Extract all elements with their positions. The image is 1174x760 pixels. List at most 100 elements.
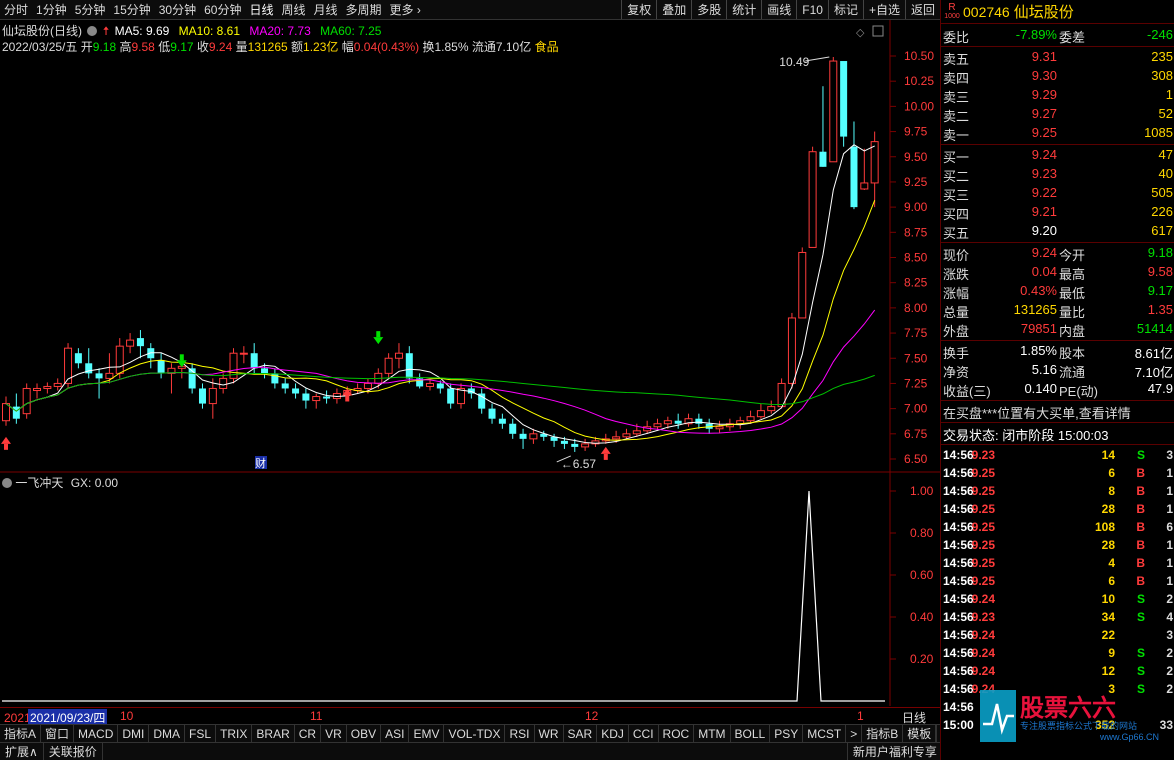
- period-tab-4[interactable]: 30分钟: [155, 1, 200, 18]
- candle-up: [787, 317, 796, 384]
- indicator-tab-6[interactable]: TRIX: [216, 725, 253, 742]
- bid-volume: 617: [1151, 223, 1173, 238]
- period-tab-1[interactable]: 1分钟: [32, 1, 71, 18]
- indicator-tab-23[interactable]: MCST: [803, 725, 847, 742]
- indicator-tab-17[interactable]: KDJ: [597, 725, 629, 742]
- tick-count: 1: [1166, 484, 1173, 498]
- tick-volume: 12: [1101, 664, 1115, 678]
- bid-volume: 505: [1151, 185, 1173, 200]
- indicator-tab-22[interactable]: PSY: [770, 725, 804, 742]
- related-quote-button[interactable]: 关联报价: [44, 742, 103, 760]
- indicator-tab-18[interactable]: CCI: [629, 725, 659, 742]
- fund-label: 股本: [1059, 346, 1086, 361]
- bid-label: 买四: [943, 207, 970, 222]
- tick-time: 14:56: [943, 502, 974, 516]
- candle-down: [447, 388, 455, 404]
- ask-price: 9.29: [1031, 87, 1057, 102]
- candle-down: [405, 353, 413, 379]
- indicator-tab-4[interactable]: DMA: [149, 725, 186, 742]
- expand-button[interactable]: 扩展∧: [0, 742, 44, 760]
- period-tab-3[interactable]: 15分钟: [109, 1, 154, 18]
- tick-row: 14:56 9.25 28 B 1: [941, 500, 1174, 518]
- tool-button-8[interactable]: 返回: [904, 0, 940, 19]
- tick-time: 14:56: [943, 448, 974, 462]
- price-tick: 7.25: [904, 376, 928, 390]
- tick-time: 14:56: [943, 628, 974, 642]
- diamond-icon[interactable]: ◇: [856, 27, 865, 39]
- bid-volume: 40: [1158, 166, 1173, 181]
- indicator-tab-2[interactable]: MACD: [74, 725, 119, 742]
- quote-value: 9.24: [1031, 245, 1057, 260]
- candle-up: [43, 385, 52, 389]
- indicator-tab-21[interactable]: BOLL: [731, 725, 771, 742]
- indicator-tab-16[interactable]: SAR: [564, 725, 598, 742]
- indicator-tab-7[interactable]: BRAR: [252, 725, 295, 742]
- indicator-tab-11[interactable]: ASI: [381, 725, 410, 742]
- tool-button-0[interactable]: 复权: [621, 0, 656, 19]
- indicator-tab-5[interactable]: FSL: [185, 725, 217, 742]
- bid-price: 9.21: [1031, 204, 1057, 219]
- tool-button-2[interactable]: 多股: [691, 0, 726, 19]
- price-tick: 10.25: [904, 74, 934, 88]
- fund-label: 换手: [943, 346, 970, 361]
- indicator-tab-15[interactable]: WR: [535, 725, 564, 742]
- low-label: 低: [158, 40, 171, 54]
- period-tab-6[interactable]: 日线: [245, 1, 277, 18]
- indicator-tab-3[interactable]: DMI: [118, 725, 150, 742]
- big-order-notice[interactable]: 在买盘***位置有大买单,查看详情: [943, 403, 1131, 422]
- settings-icon[interactable]: [87, 26, 98, 36]
- quote-row: 涨幅 0.43% 最低 9.17: [941, 282, 1174, 301]
- tick-side: S: [1136, 646, 1145, 660]
- trade-state-row: 交易状态: 闭市阶段 15:00:03: [941, 424, 1174, 443]
- period-tab-7[interactable]: 周线: [277, 1, 309, 18]
- tool-button-6[interactable]: 标记: [827, 0, 863, 19]
- indicator-tab-8[interactable]: CR: [295, 725, 322, 742]
- indicator-tick: 1.00: [910, 484, 934, 498]
- ask-price: 9.25: [1031, 125, 1057, 140]
- tool-button-5[interactable]: F10: [796, 0, 828, 19]
- sector-link[interactable]: 食品: [535, 40, 559, 54]
- indicator-chart[interactable]: 1.00 0.80 0.60 0.40 0.20: [0, 473, 940, 706]
- kline-chart[interactable]: 10.50 10.25 10.00 9.75 9.50 9.25 9.00 8.75 8.50 8…: [0, 20, 940, 473]
- candle-down: [436, 383, 444, 389]
- period-tab-0[interactable]: 分时: [0, 1, 32, 18]
- bid-volume: 47: [1158, 147, 1173, 162]
- quote-row: 现价 9.24 今开 9.18: [941, 244, 1174, 263]
- period-tab-2[interactable]: 5分钟: [71, 1, 110, 18]
- candle-down: [292, 388, 300, 394]
- indicator-tab-24[interactable]: >: [846, 725, 863, 742]
- period-tab-8[interactable]: 月线: [310, 1, 342, 18]
- period-tab-10[interactable]: 更多 ›: [386, 1, 425, 18]
- indicator-tab-9[interactable]: VR: [321, 725, 347, 742]
- indicator-tab-25[interactable]: 指标B: [862, 725, 904, 742]
- indicator-tab-13[interactable]: VOL-TDX: [444, 725, 506, 742]
- ask-label: 卖一: [943, 128, 970, 143]
- quote-value: 0.43%: [1020, 283, 1057, 298]
- price-tick: 6.50: [904, 452, 928, 466]
- tool-button-1[interactable]: 叠加: [656, 0, 691, 19]
- tool-button-4[interactable]: 画线: [761, 0, 796, 19]
- period-tab-9[interactable]: 多周期: [342, 1, 386, 18]
- tool-button-7[interactable]: +自选: [862, 0, 905, 19]
- indicator-tab-14[interactable]: RSI: [505, 725, 535, 742]
- candle-up: [798, 251, 807, 319]
- indicator-tab-20[interactable]: MTM: [694, 725, 731, 742]
- tick-side: S: [1136, 610, 1145, 624]
- indicator-tab-12[interactable]: EMV: [409, 725, 445, 742]
- period-tab-5[interactable]: 60分钟: [200, 1, 245, 18]
- indicator-tab-26[interactable]: 模板: [903, 725, 937, 742]
- indicator-tab-19[interactable]: ROC: [659, 725, 695, 742]
- indicator-gx: GX: 0.00: [70, 476, 119, 490]
- stock-code: 002746: [963, 3, 1010, 20]
- tick-time: 14:56: [943, 538, 974, 552]
- indicator-tab-1[interactable]: 窗口: [41, 725, 75, 742]
- indicator-tab-0[interactable]: 指标A: [0, 725, 42, 742]
- tick-side: S: [1136, 592, 1145, 606]
- tick-price: 9.25: [971, 466, 995, 480]
- indicator-settings-icon[interactable]: [2, 478, 12, 488]
- tick-count: 1: [1166, 574, 1173, 588]
- indicator-tab-10[interactable]: OBV: [347, 725, 382, 742]
- tool-button-3[interactable]: 统计: [726, 0, 761, 19]
- candle-up: [33, 387, 42, 391]
- promo-link[interactable]: 新用户福利专享: [846, 742, 943, 760]
